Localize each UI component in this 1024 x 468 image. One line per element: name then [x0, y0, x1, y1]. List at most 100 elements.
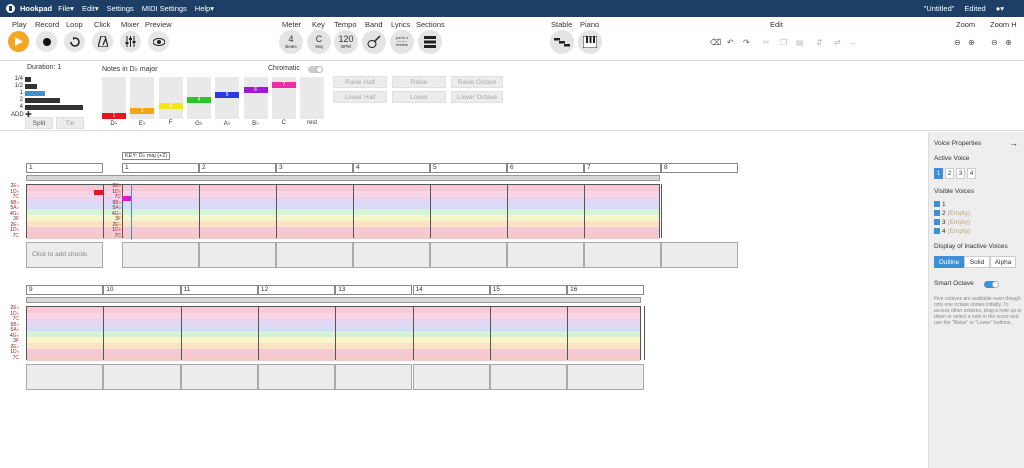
voice-4-button[interactable]: 4 [967, 168, 976, 179]
band-button[interactable] [362, 30, 386, 54]
visible-voice-2[interactable]: 2 (Empty) [934, 210, 970, 217]
cut-icon[interactable]: ✂ [763, 38, 770, 47]
piano-button[interactable] [578, 30, 602, 54]
chord-cell[interactable] [257, 364, 336, 390]
measure-header[interactable]: 12 [257, 285, 336, 295]
measure-header[interactable]: 7 [584, 163, 661, 173]
chromatic-toggle[interactable] [308, 66, 323, 73]
chord-cell[interactable] [584, 242, 661, 268]
zoom-h-out-icon[interactable]: ⊖ [991, 38, 998, 47]
chord-cell[interactable] [335, 364, 413, 390]
undo-icon[interactable]: ↶ [727, 38, 734, 47]
note-button-5[interactable]: 5 [215, 77, 240, 119]
duration-half[interactable]: 1/2 [11, 83, 37, 89]
loop-button[interactable] [64, 31, 85, 52]
note-button-8[interactable] [300, 77, 325, 119]
key-button[interactable]: C Maj [307, 30, 331, 54]
visible-voice-3[interactable]: 3 (Empty) [934, 219, 970, 226]
chord-cell[interactable] [103, 364, 181, 390]
paste-icon[interactable]: ▤ [796, 38, 804, 47]
menu-file[interactable]: File▾ [58, 4, 74, 13]
measure-header[interactable]: 6 [507, 163, 584, 173]
piano-roll[interactable] [26, 306, 641, 361]
measure-header[interactable]: 15 [489, 285, 568, 295]
playhead[interactable] [131, 184, 132, 240]
menu-settings[interactable]: Settings [107, 4, 134, 13]
measure-header[interactable]: 16 [567, 285, 645, 295]
smart-octave-toggle[interactable] [984, 281, 999, 288]
zoom-in-icon[interactable]: ⊕ [968, 38, 975, 47]
measure-header[interactable]: 8 [661, 163, 738, 173]
flip-icon[interactable]: ⇵ [816, 38, 823, 47]
loop-bar[interactable] [26, 175, 660, 181]
preview-button[interactable] [148, 31, 169, 52]
loop-bar[interactable] [26, 297, 641, 303]
measure-header[interactable]: 2 [199, 163, 276, 173]
chord-cell[interactable] [412, 364, 490, 390]
chord-cell[interactable] [353, 242, 430, 268]
chord-cell[interactable] [567, 364, 645, 390]
split-button[interactable]: Split [25, 117, 53, 129]
chord-cell[interactable] [199, 242, 276, 268]
measure-header[interactable]: 1 [122, 163, 199, 173]
duration-quarter[interactable]: 1/4 [11, 76, 31, 82]
play-button[interactable] [8, 31, 29, 52]
measure-header[interactable]: 5 [430, 163, 507, 173]
duration-two[interactable]: 2 [11, 97, 60, 103]
copy-icon[interactable]: ❐ [780, 38, 787, 47]
note-button-2[interactable]: 2 [130, 77, 155, 119]
chord-cell[interactable] [489, 364, 568, 390]
tempo-button[interactable]: 120 BPM [334, 30, 358, 54]
display-solid-button[interactable]: Solid [964, 256, 990, 268]
measure-header[interactable]: 11 [180, 285, 258, 295]
record-button[interactable] [36, 31, 57, 52]
redo-icon[interactable]: ↷ [743, 38, 750, 47]
add-chords-box[interactable]: Click to add chords [26, 242, 103, 268]
zoom-h-in-icon[interactable]: ⊕ [1005, 38, 1012, 47]
measure-header[interactable]: 3 [276, 163, 353, 173]
meter-button[interactable]: 4 Beats [279, 30, 303, 54]
measure-header[interactable]: 13 [335, 285, 413, 295]
pickup-measure-header[interactable]: 1 [26, 163, 103, 173]
duration-whole[interactable]: 1 [11, 90, 46, 96]
menu-edit[interactable]: Edit▾ [82, 4, 99, 13]
raise-octave-button[interactable]: Raise Octave [451, 76, 503, 88]
measure-header[interactable]: 9 [26, 285, 104, 295]
chord-cell[interactable] [507, 242, 584, 268]
stretch-icon[interactable]: ↔ [849, 38, 857, 47]
tie-button[interactable]: Tie [56, 117, 84, 129]
zoom-out-icon[interactable]: ⊖ [954, 38, 961, 47]
mixer-button[interactable] [120, 31, 141, 52]
lower-octave-button[interactable]: Lower Octave [451, 91, 503, 103]
note-block[interactable] [94, 190, 103, 195]
note-button-6[interactable]: 6 [243, 77, 268, 119]
lower-button[interactable]: Lower [392, 91, 446, 103]
delete-icon[interactable]: ⌫ [710, 38, 721, 47]
visible-voice-4[interactable]: 4 (Empty) [934, 228, 970, 235]
chord-cell[interactable] [661, 242, 738, 268]
note-button-3[interactable]: 3 [158, 77, 183, 119]
display-alpha-button[interactable]: Alpha [990, 256, 1016, 268]
reverse-icon[interactable]: ⇄ [834, 38, 841, 47]
lower-half-button[interactable]: Lower Half [333, 91, 387, 103]
raise-button[interactable]: Raise [392, 76, 446, 88]
voice-2-button[interactable]: 2 [945, 168, 954, 179]
measure-header[interactable]: 4 [353, 163, 430, 173]
document-title[interactable]: "Untitled" [924, 4, 955, 13]
user-menu[interactable]: ●▾ [996, 4, 1004, 13]
stable-button[interactable] [550, 30, 574, 54]
chord-cell[interactable] [276, 242, 353, 268]
click-button[interactable] [92, 31, 113, 52]
collapse-arrow-icon[interactable]: → [1009, 138, 1018, 148]
chord-cell[interactable] [26, 364, 104, 390]
app-brand[interactable]: Hookpad [20, 4, 52, 13]
visible-voice-1[interactable]: 1 [934, 201, 946, 208]
note-button-4[interactable]: 4 [186, 77, 211, 119]
voice-3-button[interactable]: 3 [956, 168, 965, 179]
raise-half-button[interactable]: Raise Half [333, 76, 387, 88]
cursor-note-block[interactable] [122, 196, 131, 201]
menu-help[interactable]: Help▾ [195, 4, 214, 13]
note-button-7[interactable]: 7 [271, 77, 296, 119]
key-change-tag[interactable]: KEY: D♭ maj (+2) [122, 152, 171, 160]
display-outline-button[interactable]: Outline [934, 256, 964, 268]
